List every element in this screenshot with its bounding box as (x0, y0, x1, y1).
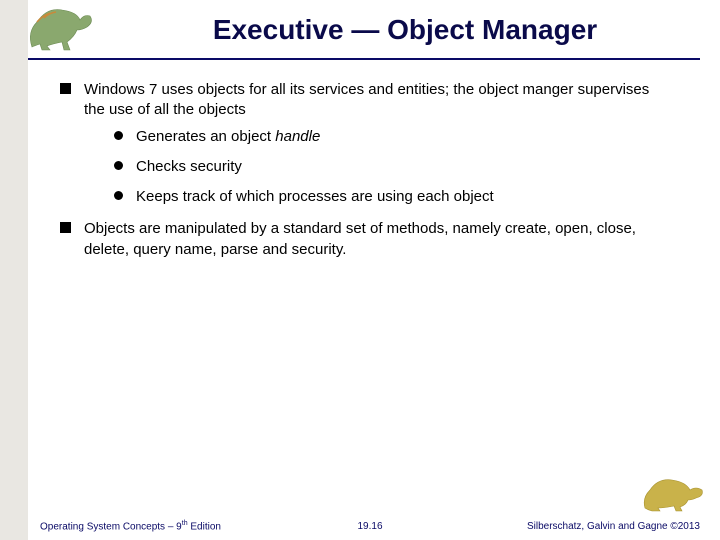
bullet-level1: Windows 7 uses objects for all its servi… (60, 80, 670, 207)
bullet-level2: Keeps track of which processes are using… (114, 187, 670, 207)
slide-body: Windows 7 uses objects for all its servi… (60, 80, 670, 270)
dinosaur-top-icon (22, 2, 102, 52)
bullet-text: Checks security (136, 158, 242, 175)
left-sidebar (0, 0, 28, 540)
bullet-text: Objects are manipulated by a standard se… (84, 220, 636, 257)
bullet-level1: Objects are manipulated by a standard se… (60, 219, 670, 260)
slide-title: Executive — Object Manager (130, 14, 680, 46)
footer-right: Silberschatz, Galvin and Gagne ©2013 (527, 521, 700, 532)
bullet-text: Keeps track of which processes are using… (136, 188, 494, 205)
title-underline (28, 58, 700, 60)
dinosaur-bottom-icon (640, 470, 710, 512)
bullet-level2: Generates an object handle (114, 127, 670, 147)
bullet-text: Generates an object (136, 128, 275, 145)
italic-word: handle (275, 128, 320, 145)
bullet-level2: Checks security (114, 157, 670, 177)
bullet-text: Windows 7 uses objects for all its servi… (84, 81, 649, 118)
